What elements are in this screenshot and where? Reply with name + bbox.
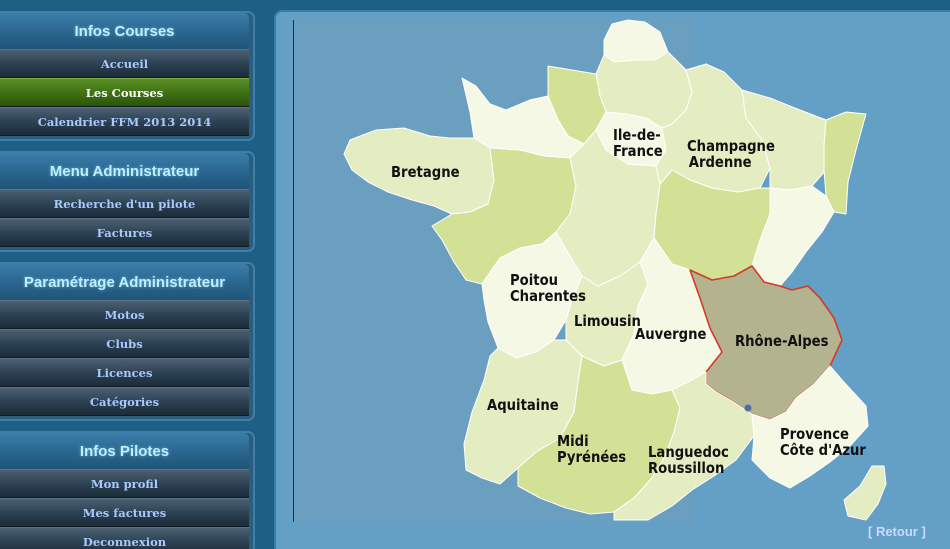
label-aquitaine[interactable]: Aquitaine [487, 397, 559, 413]
label-poitou-charentes[interactable]: Poitou Charentes [510, 272, 586, 304]
label-languedoc-roussillon-line1: Languedoc [648, 443, 729, 461]
france-map [343, 19, 887, 521]
retour-link[interactable]: [ Retour ] [868, 524, 926, 539]
region-corse[interactable] [843, 465, 887, 521]
label-ile-de-france-line2: France [613, 142, 663, 160]
label-poitou-charentes-line1: Poitou [510, 271, 559, 289]
label-midi-pyrenees-line2: Pyrénées [557, 448, 627, 466]
label-limousin[interactable]: Limousin [574, 313, 641, 329]
label-ile-de-france[interactable]: Ile-de- France [613, 127, 663, 159]
label-bretagne[interactable]: Bretagne [391, 164, 460, 180]
label-languedoc-roussillon-line2: Roussillon [648, 459, 725, 477]
label-midi-pyrenees-line1: Midi [557, 432, 589, 450]
location-marker [744, 404, 752, 412]
page: Infos Courses Accueil Les Courses Calend… [0, 0, 950, 549]
region-nord-pas-de-calais[interactable] [603, 19, 669, 63]
label-provence-line2: Côte d'Azur [780, 441, 866, 459]
label-provence-line1: Provence [780, 425, 849, 443]
label-auvergne[interactable]: Auvergne [635, 326, 706, 342]
region-alsace[interactable] [823, 111, 867, 215]
label-ile-de-france-line1: Ile-de- [613, 126, 661, 144]
label-champagne-ardenne[interactable]: Champagne Ardenne [687, 138, 775, 170]
label-provence-cote-dazur[interactable]: Provence Côte d'Azur [780, 426, 866, 458]
label-champagne-ardenne-line1: Champagne [687, 137, 775, 155]
label-champagne-ardenne-line2: Ardenne [688, 153, 752, 171]
label-languedoc-roussillon[interactable]: Languedoc Roussillon [648, 444, 729, 476]
label-poitou-charentes-line2: Charentes [510, 287, 586, 305]
label-rhone-alpes[interactable]: Rhône-Alpes [735, 333, 828, 349]
label-midi-pyrenees[interactable]: Midi Pyrénées [557, 433, 626, 465]
